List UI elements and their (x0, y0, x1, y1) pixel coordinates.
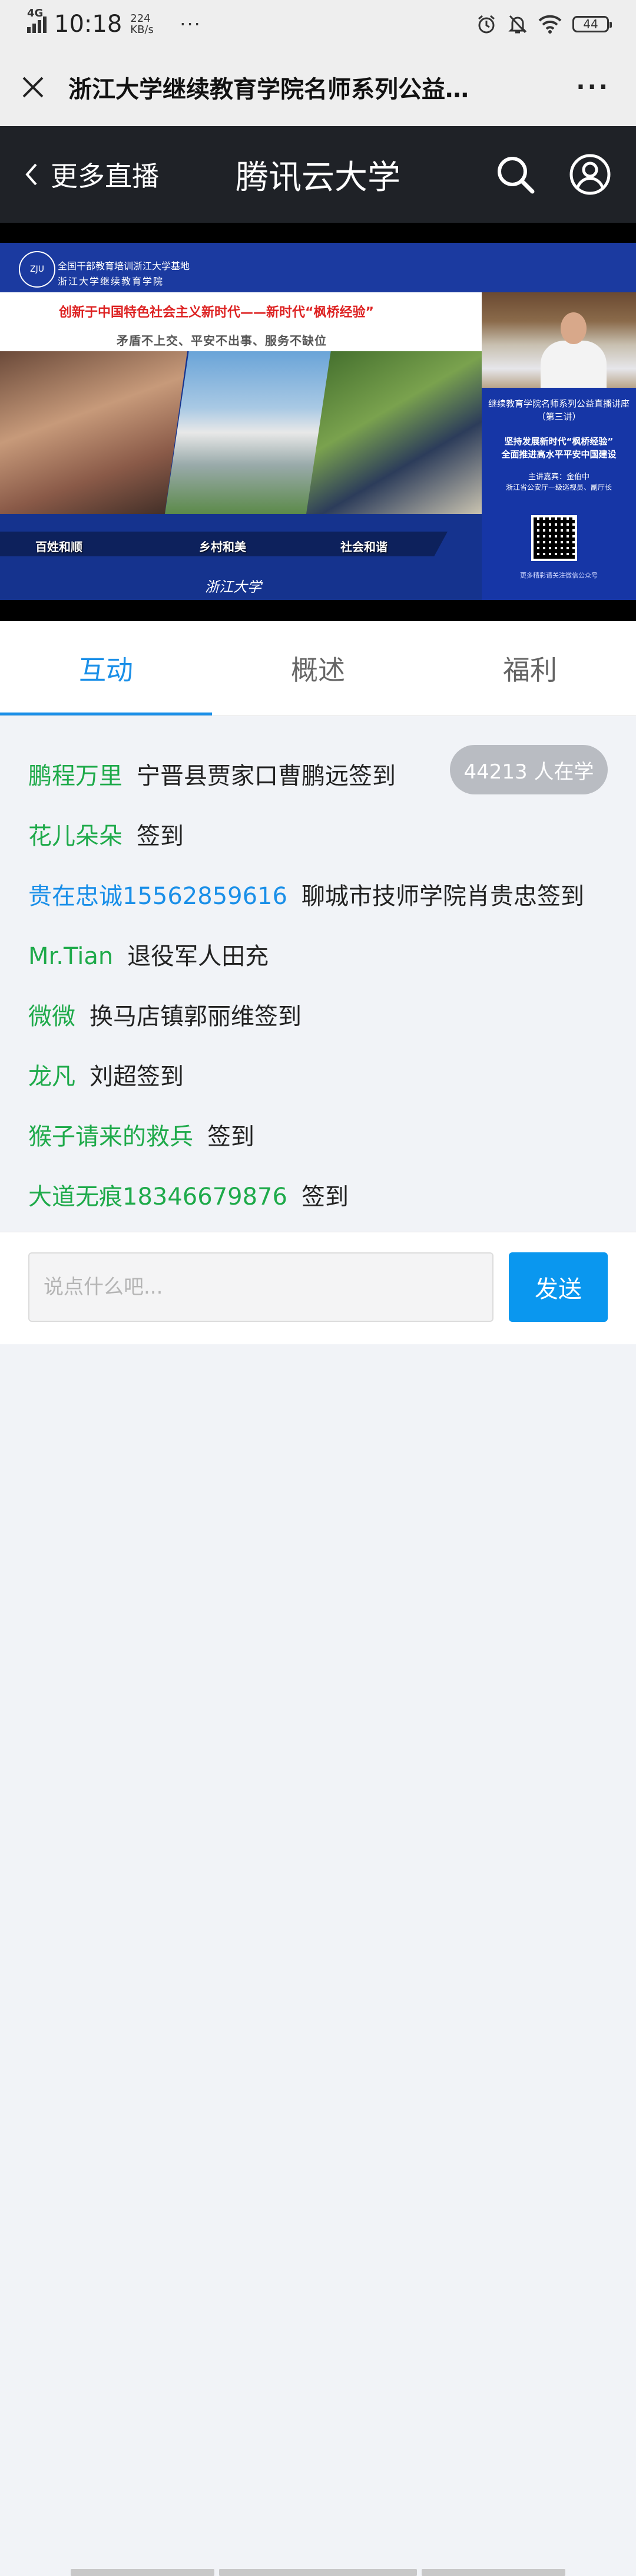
chat-text: 退役军人田充 (127, 943, 269, 970)
signal-icon: 4G (27, 7, 48, 33)
panel-speaker: 主讲嘉宾：金伯中 (528, 473, 589, 481)
panel-lecture-number: （第三讲） (536, 411, 581, 422)
tab-interaction[interactable]: 互动 (0, 621, 212, 715)
panel-qr-note: 更多精彩请关注微信公众号 (520, 572, 598, 579)
speed-value: 224 (130, 12, 151, 25)
panel-topic-1: 坚持发展新时代“枫桥经验” (504, 436, 614, 447)
comment-input[interactable] (28, 1252, 493, 1322)
chat-text: 换马店镇郭丽维签到 (90, 1003, 302, 1030)
more-menu-icon[interactable]: ··· (576, 74, 610, 101)
calligraphy-signature: 浙江大学 (205, 579, 261, 595)
user-icon[interactable] (569, 153, 611, 196)
chat-message: 大道无痕18346679876 签到 (28, 1177, 349, 1212)
caption-1: 百姓和顺 (35, 540, 82, 554)
video-player[interactable]: ZJU 全国干部教育培训浙江大学基地 浙江大学继续教育学院 创新于中国特色社会主… (0, 223, 636, 621)
speed-unit: KB/s (130, 24, 154, 36)
page-title: 浙江大学继续教育学院名师系列公益… (68, 76, 469, 103)
wifi-icon (538, 15, 562, 34)
search-icon[interactable] (496, 155, 535, 194)
site-header: 更多直播 腾讯云大学 (0, 126, 636, 223)
chat-nickname: Mr.Tian (28, 943, 114, 970)
chat-text: 签到 (137, 823, 184, 850)
nav-hint (71, 2569, 214, 2576)
chat-text: 刘超签到 (90, 1063, 184, 1090)
chat-text: 签到 (207, 1123, 254, 1150)
chat-message: 花儿朵朵 签到 (28, 817, 184, 851)
chat-list[interactable]: 鹏程万里 宁晋县贾家口曹鹏远签到 44213 人在学 花儿朵朵 签到 贵在忠诚155… (0, 715, 636, 1232)
chat-text: 聊城市技师学院肖贵忠签到 (301, 883, 584, 910)
nav-hint (422, 2569, 565, 2576)
slide-headline: 创新于中国特色社会主义新时代——新时代“枫桥经验” (59, 305, 374, 320)
police-photo (306, 351, 482, 514)
network-type: 4G (27, 7, 44, 19)
villagers-photo (0, 351, 187, 514)
university-logo: ZJU (19, 251, 55, 288)
back-label: 更多直播 (51, 160, 159, 192)
caption-2: 乡村和美 (199, 540, 246, 554)
org-line-2: 浙江大学继续教育学院 (58, 276, 164, 287)
chat-nickname: 贵在忠诚15562859616 (28, 883, 287, 910)
chat-message: 猴子请来的救兵 签到 (28, 1117, 254, 1152)
status-more-icon: ··· (180, 13, 201, 35)
chat-message: 鹏程万里 宁晋县贾家口曹鹏远签到 (28, 757, 396, 791)
chevron-left-icon (25, 163, 37, 186)
back-button[interactable]: 更多直播 (25, 155, 159, 194)
chat-text: 签到 (301, 1183, 349, 1211)
chat-nickname: 猴子请来的救兵 (28, 1123, 193, 1150)
caption-3: 社会和谐 (340, 540, 387, 554)
send-button[interactable]: 发送 (509, 1252, 608, 1322)
chat-nickname: 花儿朵朵 (28, 823, 122, 850)
org-line-1: 全国干部教育培训浙江大学基地 (58, 260, 190, 272)
panel-speaker-title: 浙江省公安厅一级巡视员、副厅长 (505, 483, 612, 492)
battery-level: 44 (583, 17, 598, 31)
chat-text: 宁晋县贾家口曹鹏远签到 (137, 763, 396, 790)
status-bar: 4G 10:18 224 KB/s ··· 44 (0, 0, 636, 48)
mute-bell-icon (508, 15, 527, 34)
learning-count-badge: 44213 人在学 (450, 745, 608, 794)
chat-message: 微微 换马店镇郭丽维签到 (28, 997, 302, 1031)
battery-icon: 44 (572, 16, 612, 32)
clock: 10:18 (54, 11, 122, 38)
tab-bar: 互动 概述 福利 (0, 621, 636, 716)
chat-nickname: 龙凡 (28, 1063, 75, 1090)
nav-hint (219, 2569, 417, 2576)
panel-series: 继续教育学院名师系列公益直播讲座 (488, 398, 630, 409)
alarm-icon (478, 15, 495, 34)
chat-message: 贵在忠诚15562859616 聊城市技师学院肖贵忠签到 (28, 877, 584, 911)
lecture-slide: ZJU 全国干部教育培训浙江大学基地 浙江大学继续教育学院 创新于中国特色社会主… (0, 243, 636, 600)
comment-bar: 发送 (0, 1232, 636, 2576)
chat-nickname: 鹏程万里 (28, 763, 122, 790)
chat-message: 龙凡 刘超签到 (28, 1057, 184, 1091)
qr-code (531, 515, 577, 561)
webview-titlebar: 浙江大学继续教育学院名师系列公益… ··· (0, 48, 636, 126)
chat-nickname: 微微 (28, 1003, 75, 1030)
tab-benefits[interactable]: 福利 (424, 621, 636, 715)
network-speed: 224 KB/s (130, 13, 160, 35)
chat-nickname: 大道无痕18346679876 (28, 1183, 287, 1211)
tab-overview[interactable]: 概述 (212, 621, 424, 715)
panel-topic-2: 全面推进高水平平安中国建设 (501, 449, 617, 460)
chat-message: Mr.Tian 退役军人田充 (28, 937, 269, 971)
slide-subheadline: 矛盾不上交、平安不出事、服务不缺位 (117, 334, 327, 348)
close-icon[interactable] (15, 70, 51, 105)
